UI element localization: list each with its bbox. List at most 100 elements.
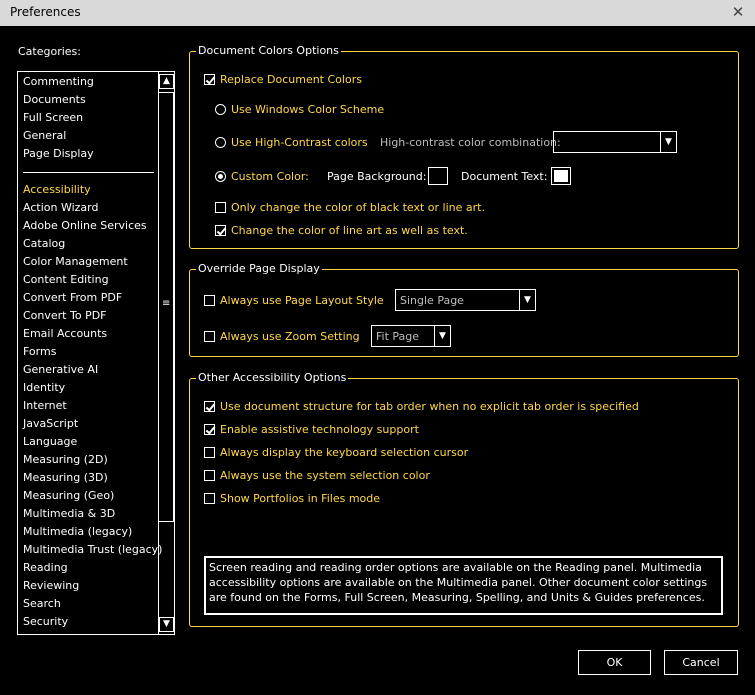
zoom-setting-value: Fit Page (376, 330, 420, 343)
info-text-box: Screen reading and reading order options… (204, 556, 723, 615)
chevron-down-icon: ▼ (434, 326, 450, 346)
high-contrast-row[interactable]: Use High-Contrast colors (215, 136, 368, 149)
category-item[interactable]: Measuring (Geo) (23, 489, 114, 502)
high-contrast-combo-label: High-contrast color combination: (380, 136, 561, 149)
only-black-row[interactable]: Only change the color of black text or l… (215, 201, 485, 214)
category-item[interactable]: General (23, 129, 66, 142)
override-legend: Override Page Display (196, 262, 322, 275)
line-art-label: Change the color of line art as well as … (231, 224, 468, 237)
override-page-display-group: Override Page Display Always use Page La… (189, 262, 739, 357)
chevron-down-icon: ▼ (519, 290, 535, 310)
option-label: Show Portfolios in Files mode (220, 492, 381, 505)
category-item[interactable]: Measuring (3D) (23, 471, 108, 484)
category-item[interactable]: JavaScript (23, 417, 78, 430)
page-layout-label: Always use Page Layout Style (220, 294, 384, 307)
scroll-up-icon[interactable]: ▲ (159, 74, 174, 89)
category-divider (23, 172, 154, 173)
option-label: Use document structure for tab order whe… (220, 400, 639, 413)
category-item[interactable]: Action Wizard (23, 201, 98, 214)
custom-color-label: Custom Color: (231, 170, 309, 183)
category-item[interactable]: Generative AI (23, 363, 98, 376)
replace-colors-row[interactable]: Replace Document Colors (204, 73, 362, 86)
option-checkbox[interactable] (204, 424, 215, 435)
windows-scheme-radio[interactable] (215, 104, 226, 115)
category-item[interactable]: Email Accounts (23, 327, 107, 340)
document-colors-group: Document Colors Options Replace Document… (189, 44, 739, 249)
page-layout-row[interactable]: Always use Page Layout Style (204, 294, 384, 307)
grip-icon: ≡ (162, 298, 171, 309)
zoom-setting-dropdown[interactable]: Fit Page ▼ (371, 325, 451, 347)
document-text-color (554, 170, 568, 182)
category-item[interactable]: Language (23, 435, 77, 448)
custom-color-row[interactable]: Custom Color: (215, 170, 309, 183)
category-item[interactable]: Page Display (23, 147, 94, 160)
page-layout-checkbox[interactable] (204, 295, 215, 306)
custom-color-radio[interactable] (215, 171, 226, 182)
page-layout-dropdown[interactable]: Single Page ▼ (395, 289, 536, 311)
category-scrollbar[interactable]: ▲ ≡ ▼ (158, 72, 174, 634)
document-colors-legend: Document Colors Options (196, 44, 341, 57)
window-title: Preferences (10, 5, 81, 19)
option-label: Always display the keyboard selection cu… (220, 446, 469, 459)
option-row[interactable]: Always use the system selection color (204, 469, 430, 482)
option-checkbox[interactable] (204, 401, 215, 412)
option-row[interactable]: Enable assistive technology support (204, 423, 419, 436)
option-row[interactable]: Use document structure for tab order whe… (204, 400, 639, 413)
category-item[interactable]: Forms (23, 345, 56, 358)
category-item[interactable]: Accessibility (23, 183, 91, 196)
category-item[interactable]: Internet (23, 399, 67, 412)
category-item[interactable]: Identity (23, 381, 65, 394)
categories-label: Categories: (18, 45, 81, 58)
chevron-down-icon: ▼ (660, 132, 676, 152)
title-bar: Preferences ✕ (0, 0, 755, 26)
zoom-setting-row[interactable]: Always use Zoom Setting (204, 330, 360, 343)
category-item[interactable]: Reviewing (23, 579, 79, 592)
line-art-row[interactable]: Change the color of line art as well as … (215, 224, 468, 237)
category-item[interactable]: Adobe Online Services (23, 219, 147, 232)
categories-list[interactable]: Commenting Documents Full Screen General Pag… (17, 71, 175, 635)
windows-scheme-label: Use Windows Color Scheme (231, 103, 385, 116)
zoom-setting-checkbox[interactable] (204, 331, 215, 342)
option-label: Always use the system selection color (220, 469, 430, 482)
category-item[interactable]: Color Management (23, 255, 128, 268)
category-item[interactable]: Multimedia Trust (legacy) (23, 543, 162, 556)
high-contrast-dropdown[interactable]: ▼ (553, 131, 677, 153)
page-background-swatch[interactable] (428, 167, 448, 185)
only-black-label: Only change the color of black text or l… (231, 201, 485, 214)
category-item[interactable]: Multimedia & 3D (23, 507, 115, 520)
zoom-setting-label: Always use Zoom Setting (220, 330, 360, 343)
category-item[interactable]: Convert To PDF (23, 309, 107, 322)
option-row[interactable]: Show Portfolios in Files mode (204, 492, 380, 505)
option-checkbox[interactable] (204, 493, 215, 504)
category-item[interactable]: Convert From PDF (23, 291, 122, 304)
category-item[interactable]: Documents (23, 93, 86, 106)
document-text-swatch[interactable] (551, 167, 571, 185)
category-item[interactable]: Commenting (23, 75, 94, 88)
replace-colors-label: Replace Document Colors (220, 73, 362, 86)
page-background-label: Page Background: (327, 170, 427, 183)
option-checkbox[interactable] (204, 470, 215, 481)
windows-scheme-row[interactable]: Use Windows Color Scheme (215, 103, 384, 116)
cancel-button[interactable]: Cancel (664, 650, 738, 675)
replace-colors-checkbox[interactable] (204, 74, 215, 85)
page-layout-value: Single Page (400, 294, 464, 307)
only-black-checkbox[interactable] (215, 202, 226, 213)
category-item[interactable]: Search (23, 597, 61, 610)
close-icon[interactable]: ✕ (729, 2, 747, 22)
category-item[interactable]: Reading (23, 561, 68, 574)
ok-button[interactable]: OK (578, 650, 651, 675)
option-label: Enable assistive technology support (220, 423, 419, 436)
option-checkbox[interactable] (204, 447, 215, 458)
option-row[interactable]: Always display the keyboard selection cu… (204, 446, 468, 459)
scroll-down-icon[interactable]: ▼ (159, 617, 174, 632)
scroll-thumb[interactable]: ≡ (158, 92, 174, 522)
category-item[interactable]: Measuring (2D) (23, 453, 108, 466)
category-item[interactable]: Security (23, 615, 68, 628)
other-legend: Other Accessibility Options (196, 371, 349, 384)
category-item[interactable]: Multimedia (legacy) (23, 525, 132, 538)
category-item[interactable]: Content Editing (23, 273, 109, 286)
high-contrast-radio[interactable] (215, 137, 226, 148)
category-item[interactable]: Catalog (23, 237, 65, 250)
category-item[interactable]: Full Screen (23, 111, 83, 124)
line-art-checkbox[interactable] (215, 225, 226, 236)
